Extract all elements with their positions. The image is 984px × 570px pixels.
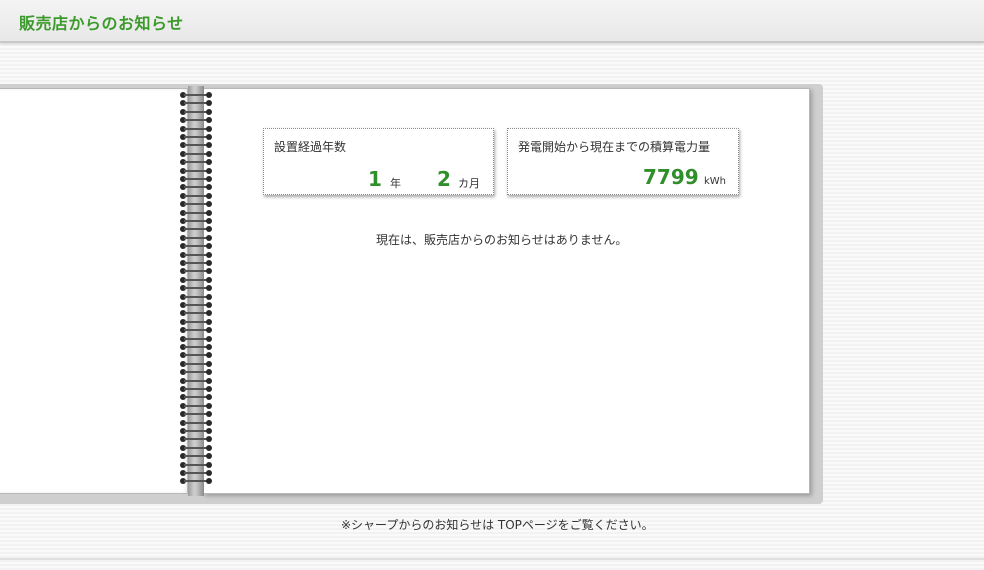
years-unit: 年 — [390, 177, 401, 190]
page-title: 販売店からのお知らせ — [19, 14, 184, 33]
spiral-ring — [180, 92, 212, 98]
spiral-ring — [180, 276, 212, 283]
spiral-ring — [180, 428, 212, 434]
spiral-ring — [180, 377, 212, 384]
notebook-left-page — [0, 88, 188, 494]
months-unit: カ月 — [458, 177, 480, 190]
energy-value: 7799 — [643, 165, 699, 189]
spiral-ring — [180, 108, 212, 115]
spiral-ring — [180, 386, 212, 392]
spiral-ring — [180, 470, 212, 476]
spiral-ring — [180, 125, 212, 132]
spiral-ring — [180, 176, 212, 182]
spiral-ring — [180, 411, 212, 418]
spiral-ring — [180, 243, 212, 250]
spiral-ring — [180, 285, 212, 292]
spiral-ring — [180, 419, 212, 426]
spiral-ring — [180, 453, 212, 460]
spiral-ring — [180, 142, 212, 149]
total-energy-box: 発電開始から現在までの積算電力量 7799 kWh — [507, 128, 739, 195]
spiral-ring — [180, 226, 212, 233]
spiral-ring — [180, 167, 212, 174]
spiral-ring — [180, 134, 212, 140]
spiral-ring — [180, 478, 212, 485]
spiral-ring — [180, 394, 212, 401]
spiral-ring — [180, 360, 212, 367]
spiral-ring — [180, 335, 212, 342]
spiral-ring — [180, 327, 212, 334]
spiral-ring — [180, 251, 212, 258]
spiral-ring — [180, 150, 212, 157]
header-bar: 販売店からのお知らせ — [0, 0, 984, 43]
elapsed-years-label: 設置経過年数 — [274, 140, 347, 154]
spiral-ring — [180, 192, 212, 199]
months-value: 2 — [437, 167, 451, 191]
spiral-ring — [180, 209, 212, 216]
elapsed-years-box: 設置経過年数 1 年 2 カ月 — [263, 128, 494, 195]
spiral-ring — [180, 100, 212, 107]
energy-unit: kWh — [704, 176, 727, 187]
spiral-ring — [180, 117, 212, 124]
years-value: 1 — [368, 167, 382, 191]
spiral-ring — [180, 436, 212, 443]
spiral-ring — [180, 461, 212, 468]
spiral-ring — [180, 293, 212, 300]
spiral-ring — [180, 302, 212, 308]
spiral-ring — [180, 310, 212, 317]
no-notice-message: 現在は、販売店からのお知らせはありません。 — [376, 233, 628, 247]
spiral-binding — [180, 92, 214, 489]
spiral-ring — [180, 234, 212, 241]
spiral-ring — [180, 352, 212, 359]
spiral-ring — [180, 318, 212, 325]
spiral-ring — [180, 402, 212, 409]
spiral-ring — [180, 159, 212, 166]
spiral-ring — [180, 184, 212, 191]
bottom-divider — [0, 558, 984, 560]
footer-note: ※シャープからのお知らせは TOPページをご覧ください。 — [341, 518, 654, 532]
spiral-ring — [180, 344, 212, 350]
spiral-ring — [180, 444, 212, 451]
spiral-ring — [180, 268, 212, 275]
spiral-ring — [180, 201, 212, 208]
spiral-ring — [180, 260, 212, 266]
total-energy-label: 発電開始から現在までの積算電力量 — [518, 140, 711, 154]
spiral-ring — [180, 218, 212, 224]
spiral-ring — [180, 369, 212, 376]
